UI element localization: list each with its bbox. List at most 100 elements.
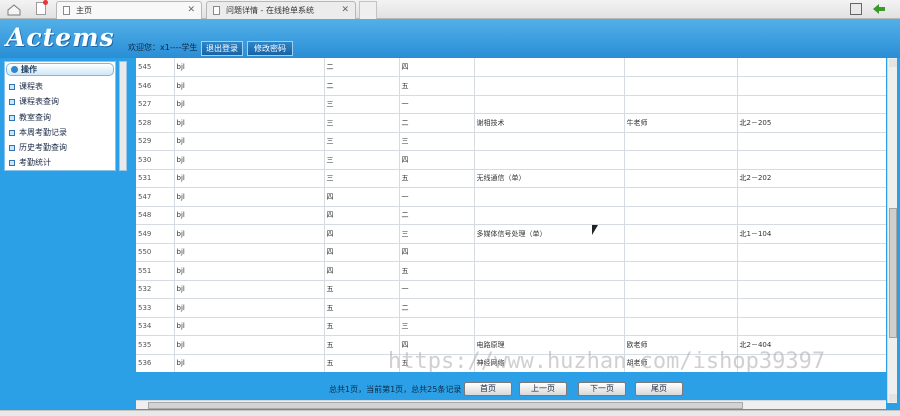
square-bullet-icon — [9, 160, 15, 167]
table-row: 531 bjl 三五无线通信（单） 北2－202 — [136, 169, 886, 188]
sidebar-item-label: 历史考勤查询 — [19, 143, 67, 153]
scroll-up-icon[interactable] — [889, 59, 897, 67]
schedule-table-body: 545 bjl 二四 546 bjl 二五 527 bjl 三一 528 bjl 三二谢相技术 牛老师北… — [136, 58, 886, 372]
next-page-button[interactable]: 下一页 — [578, 382, 626, 396]
course-cell — [474, 243, 625, 262]
square-bullet-icon — [9, 114, 15, 121]
row-id-cell: 551 — [136, 261, 175, 281]
scrollbar-thumb[interactable] — [148, 402, 743, 409]
teacher-cell — [624, 280, 738, 299]
course-cell — [474, 150, 625, 170]
pagination-info: 总共1页，当前第1页，总共25条记录 — [329, 385, 462, 394]
period-cell: 三 — [399, 132, 475, 151]
back-arrow-icon[interactable] — [872, 2, 886, 16]
sidebar-item-schedule-query[interactable]: 课程表查询 — [9, 94, 67, 109]
room-cell — [737, 206, 886, 225]
row-id-cell: 547 — [136, 187, 175, 207]
class-cell: bjl — [174, 298, 325, 318]
class-cell: bjl — [174, 335, 325, 355]
sidebar-item-label: 课程表 — [19, 82, 43, 91]
last-page-button[interactable]: 尾页 — [635, 382, 683, 396]
sidebar-title: 操作 — [6, 63, 114, 76]
bullet-icon — [11, 66, 18, 73]
weekday-cell: 五 — [324, 280, 400, 299]
course-cell — [474, 132, 625, 151]
course-cell — [474, 206, 625, 225]
period-cell: 四 — [399, 150, 475, 170]
room-cell: 北2－202 — [737, 169, 886, 188]
period-cell: 一 — [399, 95, 475, 114]
square-bullet-icon — [9, 129, 15, 136]
teacher-cell — [624, 169, 738, 188]
table-row: 527 bjl 三一 — [136, 95, 886, 114]
period-cell: 五 — [399, 76, 475, 96]
horizontal-scrollbar[interactable] — [136, 400, 886, 409]
sidebar-item-weekly-attendance[interactable]: 本周考勤记录 — [9, 125, 67, 140]
pagination: 总共1页，当前第1页，总共25条记录 首页 上一页 下一页 尾页 — [130, 380, 886, 400]
room-cell — [737, 243, 886, 262]
table-row: 532 bjl 五一 — [136, 280, 886, 299]
tab-home[interactable]: 主页 ✕ — [56, 1, 202, 19]
page-icon — [213, 6, 220, 15]
sidebar-item-label: 本周考勤记录 — [19, 127, 67, 137]
row-id-cell: 548 — [136, 206, 175, 225]
period-cell: 一 — [399, 280, 475, 299]
course-cell — [474, 58, 625, 77]
row-id-cell: 536 — [136, 354, 175, 372]
close-icon[interactable]: ✕ — [187, 2, 195, 19]
first-page-button[interactable]: 首页 — [464, 382, 512, 396]
room-cell — [737, 150, 886, 170]
schedule-table-container: 545 bjl 二四 546 bjl 二五 527 bjl 三一 528 bjl 三二谢相技术 牛老师北… — [136, 58, 886, 372]
scroll-down-icon[interactable] — [889, 394, 897, 402]
tab-question-detail[interactable]: 问题详情 - 在线抢单系统 ✕ — [206, 1, 356, 19]
prev-page-button[interactable]: 上一页 — [519, 382, 567, 396]
weekday-cell: 二 — [324, 58, 400, 77]
sidebar-item-schedule[interactable]: 课程表 — [9, 79, 67, 94]
period-cell: 五 — [399, 169, 475, 188]
course-cell — [474, 280, 625, 299]
scrollbar-thumb[interactable] — [889, 208, 897, 338]
sidebar-item-attendance-history[interactable]: 历史考勤查询 — [9, 140, 67, 155]
room-cell — [737, 261, 886, 281]
home-icon[interactable] — [6, 3, 22, 16]
weekday-cell: 四 — [324, 261, 400, 281]
window-icon[interactable] — [850, 3, 862, 15]
course-cell — [474, 317, 625, 336]
class-cell: bjl — [174, 150, 325, 170]
close-icon[interactable]: ✕ — [341, 2, 349, 19]
sidebar-item-attendance-stats[interactable]: 考勤统计 — [9, 155, 67, 170]
sidebar-item-classroom-query[interactable]: 教室查询 — [9, 110, 67, 125]
teacher-cell — [624, 76, 738, 96]
weekday-cell: 三 — [324, 132, 400, 151]
mouse-cursor-icon — [592, 225, 598, 235]
room-cell — [737, 298, 886, 318]
row-id-cell: 545 — [136, 58, 175, 77]
period-cell: 二 — [399, 298, 475, 318]
app-header: Actems 欢迎您：x1----学生 退出登录 修改密码 — [0, 19, 900, 58]
row-id-cell: 532 — [136, 280, 175, 299]
period-cell: 二 — [399, 113, 475, 133]
row-id-cell: 528 — [136, 113, 175, 133]
table-row: 545 bjl 二四 — [136, 58, 886, 77]
sidebar-item-label: 教室查询 — [19, 112, 51, 122]
new-tab-button[interactable] — [359, 1, 377, 19]
weekday-cell: 四 — [324, 206, 400, 225]
teacher-cell — [624, 206, 738, 225]
vertical-scrollbar[interactable] — [887, 58, 897, 403]
teacher-cell — [624, 58, 738, 77]
course-cell — [474, 187, 625, 207]
notes-icon[interactable] — [36, 0, 48, 15]
class-cell: bjl — [174, 243, 325, 262]
sidebar-scrollbar[interactable] — [119, 61, 127, 171]
watermark: https://www.huzhan.com/ishop39397 — [388, 349, 826, 374]
change-password-button[interactable]: 修改密码 — [247, 41, 293, 56]
logout-button[interactable]: 退出登录 — [201, 41, 243, 56]
course-cell — [474, 261, 625, 281]
square-bullet-icon — [9, 84, 15, 90]
period-cell: 一 — [399, 187, 475, 207]
teacher-cell — [624, 187, 738, 207]
table-row: 546 bjl 二五 — [136, 76, 886, 96]
period-cell: 四 — [399, 58, 475, 77]
table-row: 534 bjl 五三 — [136, 317, 886, 336]
schedule-table: 545 bjl 二四 546 bjl 二五 527 bjl 三一 528 bjl 三二谢相技术 牛老师北… — [136, 58, 886, 372]
